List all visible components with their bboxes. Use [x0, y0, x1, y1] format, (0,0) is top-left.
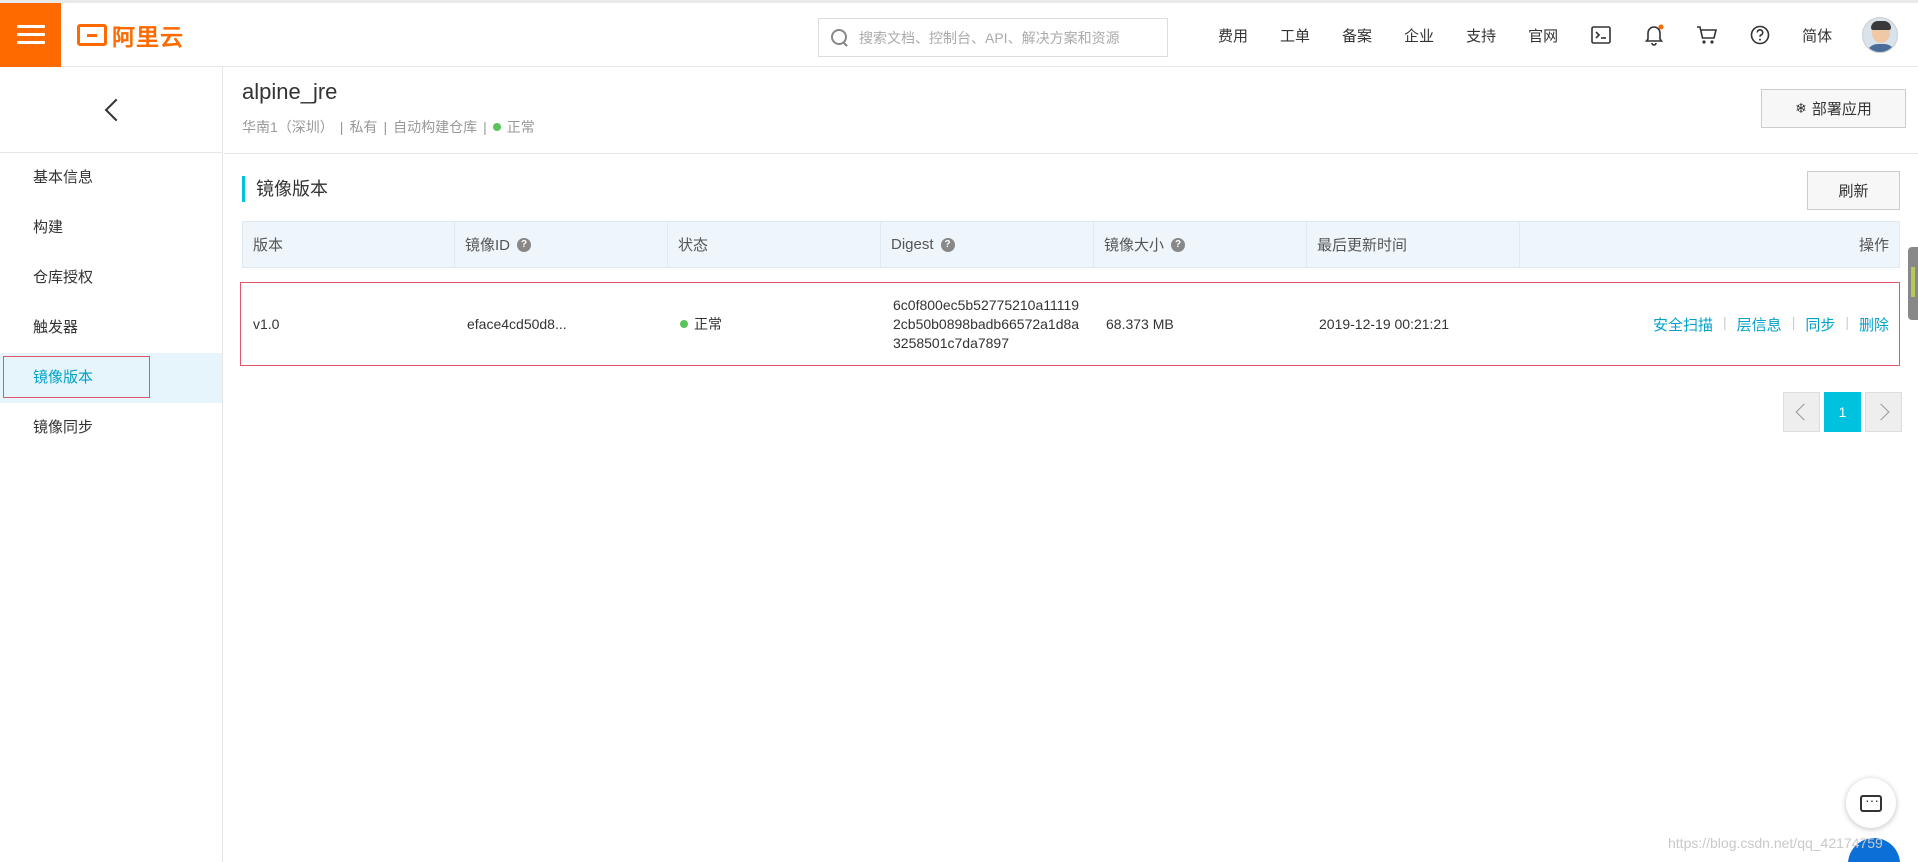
cell-updated: 2019-12-19 00:21:21 — [1319, 316, 1449, 332]
cart-icon[interactable] — [1696, 24, 1718, 46]
chevron-right-icon — [1872, 403, 1890, 421]
side-scroll-handle[interactable] — [1908, 247, 1918, 320]
nav-official-site[interactable]: 官网 — [1528, 25, 1558, 46]
deploy-app-button[interactable]: ❄ 部署应用 — [1761, 89, 1906, 128]
sidebar-menu: 基本信息 构建 仓库授权 触发器 镜像版本 镜像同步 — [0, 153, 222, 453]
cell-size: 68.373 MB — [1106, 316, 1174, 332]
prev-page-button[interactable] — [1783, 392, 1820, 432]
highlight-box — [3, 356, 150, 398]
aliyun-logo[interactable]: 阿里云 — [77, 3, 184, 67]
bell-icon[interactable] — [1643, 24, 1665, 46]
sidebar-item-image-versions[interactable]: 镜像版本 — [0, 353, 222, 403]
repo-meta: 华南1（深圳） | 私有 | 自动构建仓库 | 正常 — [242, 119, 535, 135]
page: 阿里云 费用 工单 备案 企业 支持 官网 简体 — [0, 0, 1918, 862]
col-actions: 操作 — [1858, 237, 1889, 254]
help-icon[interactable]: ? — [1171, 237, 1186, 252]
nav-support[interactable]: 支持 — [1466, 25, 1496, 46]
repo-region: 华南1（深圳） — [242, 119, 334, 135]
section-title: 镜像版本 — [242, 176, 328, 202]
status-dot-icon — [492, 123, 501, 131]
col-updated: 最后更新时间 — [1307, 222, 1520, 267]
pagination: 1 — [1783, 392, 1906, 432]
terminal-icon[interactable] — [1590, 24, 1612, 46]
chevron-left-icon — [1795, 403, 1813, 421]
search-input[interactable] — [859, 29, 1159, 46]
chat-icon — [1860, 792, 1882, 812]
cell-version: v1.0 — [253, 316, 280, 332]
sidebar-item-triggers[interactable]: 触发器 — [0, 303, 222, 353]
help-icon[interactable] — [1749, 24, 1771, 46]
image-versions-table: 版本 镜像ID? 状态 Digest? 镜像大小? 最后更新时间 操作 v1.0… — [240, 221, 1900, 366]
repo-visibility: 私有 — [349, 119, 378, 135]
table-header: 版本 镜像ID? 状态 Digest? 镜像大小? 最后更新时间 操作 — [242, 221, 1900, 268]
cell-status: 正常 — [668, 314, 881, 334]
language-switch[interactable]: 简体 — [1802, 25, 1832, 46]
repo-source: 自动构建仓库 — [393, 119, 478, 135]
refresh-button[interactable]: 刷新 — [1807, 171, 1900, 210]
col-digest: Digest? — [881, 222, 1094, 267]
nav-billing[interactable]: 费用 — [1218, 25, 1248, 46]
top-bar: 阿里云 费用 工单 备案 企业 支持 官网 简体 — [0, 0, 1918, 67]
cell-image-id: eface4cd50d8... — [467, 316, 567, 332]
help-icon[interactable]: ? — [940, 237, 955, 252]
col-image-id: 镜像ID? — [455, 222, 668, 267]
search-icon — [831, 28, 849, 47]
logo-text: 阿里云 — [112, 23, 184, 50]
nav-enterprise[interactable]: 企业 — [1404, 25, 1434, 46]
deploy-app-label: 部署应用 — [1811, 101, 1872, 118]
repo-header: alpine_jre 华南1（深圳） | 私有 | 自动构建仓库 | 正常 ❄ … — [224, 67, 1918, 154]
sidebar-item-image-sync[interactable]: 镜像同步 — [0, 403, 222, 453]
watermark: https://blog.csdn.net/qq_42174759 — [1668, 835, 1883, 851]
status-dot-icon — [680, 320, 688, 328]
aliyun-logo-icon — [77, 23, 107, 46]
next-page-button[interactable] — [1865, 392, 1902, 432]
chat-button[interactable] — [1846, 778, 1896, 828]
col-size: 镜像大小? — [1094, 222, 1307, 267]
layer-info-link[interactable]: 层信息 — [1737, 314, 1782, 335]
security-scan-link[interactable]: 安全扫描 — [1653, 314, 1713, 335]
col-status: 状态 — [668, 222, 881, 267]
status-text: 正常 — [694, 316, 722, 332]
sidebar-item-build[interactable]: 构建 — [0, 203, 222, 253]
cell-digest: 6c0f800ec5b52775210a111192cb50b0898badb6… — [893, 296, 1080, 351]
help-icon[interactable]: ? — [517, 237, 532, 252]
table-row: v1.0 eface4cd50d8... 正常 6c0f800ec5b52775… — [240, 282, 1900, 366]
top-nav: 费用 工单 备案 企业 支持 官网 简体 — [1218, 3, 1899, 67]
delete-link[interactable]: 删除 — [1859, 314, 1889, 335]
back-button[interactable] — [0, 67, 222, 153]
repo-status: 正常 — [506, 119, 535, 135]
search-box — [818, 18, 1168, 57]
nav-tickets[interactable]: 工单 — [1280, 25, 1310, 46]
sync-link[interactable]: 同步 — [1805, 314, 1835, 335]
sidebar: 基本信息 构建 仓库授权 触发器 镜像版本 镜像同步 — [0, 67, 223, 862]
menu-icon — [16, 24, 45, 45]
sidebar-item-repo-auth[interactable]: 仓库授权 — [0, 253, 222, 303]
user-avatar[interactable] — [1862, 17, 1899, 53]
col-version: 版本 — [243, 222, 455, 267]
chevron-left-icon — [104, 98, 128, 121]
hamburger-menu-button[interactable] — [0, 2, 61, 67]
deploy-icon: ❄ — [1795, 100, 1807, 116]
page-button-current[interactable]: 1 — [1824, 392, 1861, 432]
nav-icp-filing[interactable]: 备案 — [1342, 25, 1372, 46]
sidebar-item-basic-info[interactable]: 基本信息 — [0, 153, 222, 203]
repo-title: alpine_jre — [242, 79, 338, 104]
cell-actions: 安全扫描 | 层信息 | 同步 | 删除 — [1653, 313, 1889, 335]
